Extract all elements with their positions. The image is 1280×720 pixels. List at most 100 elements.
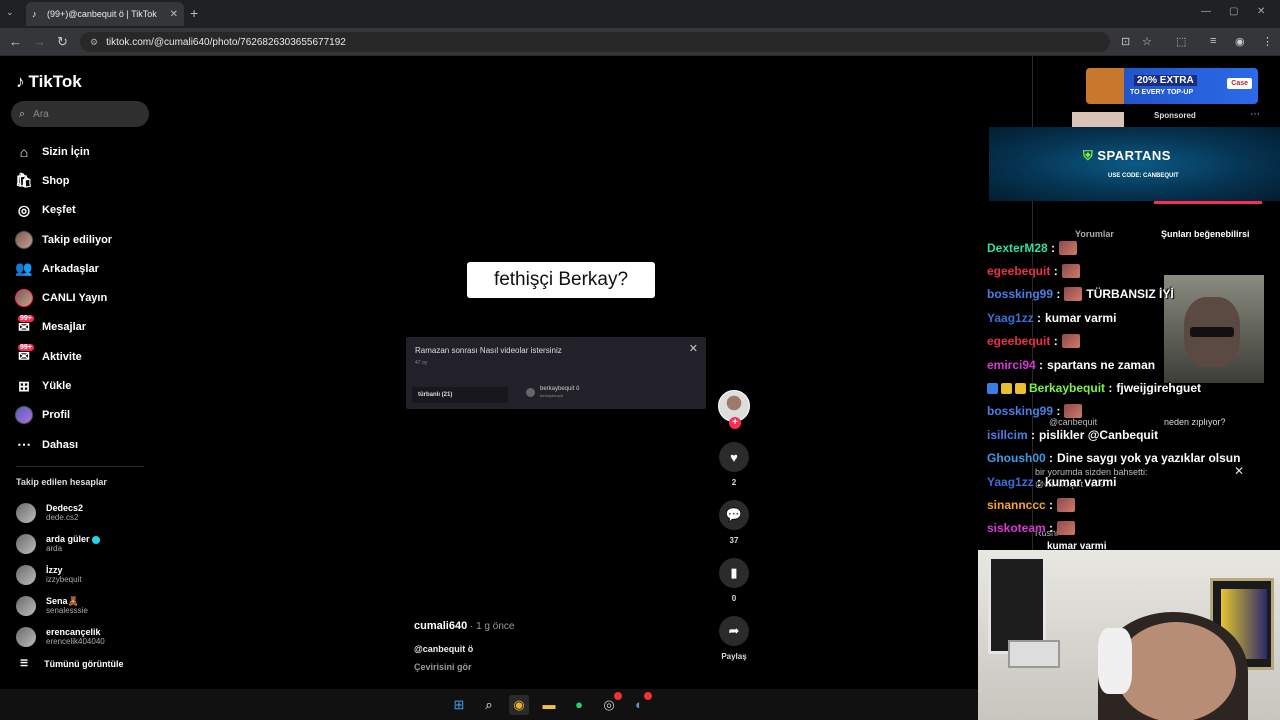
sidebar-item-label: Yükle bbox=[42, 380, 72, 393]
comment-icon[interactable]: 💬 bbox=[719, 500, 749, 530]
chat-text: Dine saygı yok ya yazıklar olsun bbox=[1057, 451, 1241, 466]
new-tab-icon[interactable]: + bbox=[190, 5, 198, 21]
tiktok-logo[interactable]: ♪ TikTok bbox=[16, 72, 82, 92]
chat-text: fjweijgirehguet bbox=[1116, 381, 1202, 396]
windows-start-icon[interactable]: ⊞ bbox=[449, 695, 469, 715]
list-item[interactable]: Dedecs2 dede.cs2 bbox=[16, 497, 156, 528]
address-bar[interactable]: ⚙ tiktok.com/@cumali640/photo/7626826303… bbox=[80, 32, 1110, 52]
file-explorer-icon[interactable]: ▬ bbox=[539, 695, 559, 715]
list-item[interactable]: İzzy izzybequit bbox=[16, 559, 156, 590]
post-username[interactable]: cumali640 bbox=[414, 620, 467, 632]
tab-list-icon[interactable]: ⌄ bbox=[6, 7, 14, 18]
sidebar-item-upload[interactable]: ⊞ Yükle bbox=[15, 371, 155, 400]
more-options-icon[interactable]: ⋯ bbox=[1250, 109, 1260, 120]
site-info-icon[interactable]: ⚙ bbox=[90, 37, 98, 48]
spotify-icon[interactable]: ● bbox=[569, 695, 589, 715]
search-icon: ⌕ bbox=[19, 107, 26, 120]
chat-text: kumar varmi bbox=[1045, 310, 1117, 325]
ad-headline: 20% EXTRA bbox=[1134, 75, 1197, 86]
chat-text: kumar varmi bbox=[1045, 474, 1117, 489]
save-action[interactable]: ▮ 0 bbox=[718, 558, 750, 603]
chat-user: bossking99 bbox=[987, 404, 1054, 419]
sidebar-item-friends[interactable]: 👥 Arkadaşlar bbox=[15, 254, 155, 283]
sidebar-item-more[interactable]: ⋯ Dahası bbox=[15, 430, 155, 459]
back-icon[interactable]: ← bbox=[9, 34, 22, 49]
share-action[interactable]: ➦ Paylaş bbox=[718, 616, 750, 661]
sidebar-item-label: Sizin İçin bbox=[42, 145, 90, 158]
list-item[interactable]: erencançelik erencelik404040 bbox=[16, 621, 156, 652]
chat-user: Yaag1zz bbox=[987, 310, 1034, 325]
install-app-icon[interactable]: ⊡ bbox=[1121, 35, 1130, 48]
like-action[interactable]: ♥ 2 bbox=[718, 442, 750, 487]
sidebar-item-label: Takip ediliyor bbox=[42, 233, 113, 246]
poll-author-handle: berkaybequit bbox=[540, 393, 563, 398]
sidebar-item-for-you[interactable]: ⌂ Sizin İçin bbox=[15, 137, 155, 166]
menu-kebab-icon[interactable]: ⋮ bbox=[1262, 35, 1273, 48]
share-icon[interactable]: ➦ bbox=[719, 616, 749, 646]
comment-action[interactable]: 💬 37 bbox=[718, 500, 750, 545]
translate-link[interactable]: Çevirisini gör bbox=[414, 662, 514, 672]
chat-user: Berkaybequit bbox=[1029, 381, 1106, 396]
close-tab-icon[interactable]: ✕ bbox=[170, 9, 178, 20]
browser-tabbar: ⌄ ♪ (99+)@canbequit ö | TikTok ✕ + — ▢ ✕ bbox=[0, 0, 1280, 28]
minimize-icon[interactable]: — bbox=[1201, 6, 1211, 17]
follow-plus-icon[interactable]: + bbox=[729, 417, 741, 429]
streamer-head bbox=[1116, 622, 1236, 720]
activity-badge: 99+ bbox=[18, 344, 34, 352]
sidebar-item-profile[interactable]: Profil bbox=[15, 401, 155, 430]
save-count: 0 bbox=[731, 594, 737, 603]
profile-icon[interactable]: ◉ bbox=[1235, 35, 1245, 48]
account-handle: senalesssie bbox=[46, 606, 88, 615]
poll-option[interactable]: türbanlı (21) bbox=[412, 387, 508, 403]
search-icon[interactable]: ⌕ bbox=[479, 695, 499, 715]
list-item[interactable]: arda güler arda bbox=[16, 528, 156, 559]
sponsored-label: Sponsored bbox=[1154, 111, 1196, 120]
profile-avatar bbox=[15, 406, 33, 425]
chat-user: DexterM28 bbox=[987, 240, 1048, 255]
see-all-button[interactable]: ☰ Tümünü görüntüle bbox=[20, 658, 124, 669]
list-item[interactable]: Sena🧸 senalesssie bbox=[16, 590, 156, 621]
account-name: İzzy bbox=[46, 565, 63, 575]
sidebar-item-following[interactable]: Takip ediliyor bbox=[15, 225, 155, 254]
obs-icon[interactable]: ◎ bbox=[599, 691, 622, 715]
tiktok-favicon-icon: ♪ bbox=[32, 9, 37, 19]
ad-product-image bbox=[1086, 68, 1124, 104]
chrome-icon[interactable]: ◉ bbox=[509, 694, 529, 715]
tiktok-note-icon: ♪ bbox=[16, 72, 25, 91]
reading-list-icon[interactable]: ≡ bbox=[1210, 35, 1216, 47]
forward-icon[interactable]: → bbox=[33, 34, 46, 49]
stream-chat: DexterM28 : egeebequit : bossking99 : TÜR… bbox=[987, 236, 1277, 540]
creator-avatar[interactable]: + bbox=[718, 390, 750, 429]
sidebar-item-activity[interactable]: ✉ 99+ Aktivite bbox=[15, 342, 155, 371]
spartans-code: USE CODE: CANBEQUIT bbox=[1108, 173, 1179, 179]
chat-message: DexterM28 : bbox=[987, 236, 1277, 259]
notification-dot bbox=[614, 691, 622, 700]
extensions-icon[interactable]: ⬚ bbox=[1176, 35, 1186, 48]
ad-subline: TO EVERY TOP-UP bbox=[1130, 89, 1194, 96]
avatar bbox=[16, 502, 36, 523]
bookmark-star-icon[interactable]: ☆ bbox=[1142, 35, 1152, 48]
sidebar-item-explore[interactable]: ◎ Keşfet bbox=[15, 196, 155, 225]
search-input[interactable]: ⌕ Ara bbox=[11, 101, 149, 127]
post-description[interactable]: @canbequit ö bbox=[414, 644, 514, 654]
chat-user: bossking99 bbox=[987, 287, 1054, 302]
ad-banner[interactable]: 20% EXTRA TO EVERY TOP-UP Case bbox=[1086, 68, 1258, 104]
discord-icon[interactable]: ◐ bbox=[629, 691, 652, 715]
close-icon[interactable]: ✕ bbox=[689, 342, 698, 355]
maximize-icon[interactable]: ▢ bbox=[1229, 6, 1238, 17]
bookmark-icon[interactable]: ▮ bbox=[719, 558, 749, 588]
reload-icon[interactable]: ↻ bbox=[57, 34, 68, 50]
sidebar-item-label: Profil bbox=[42, 409, 71, 422]
sidebar-item-shop[interactable]: 🛍 Shop bbox=[15, 166, 155, 195]
emote-icon bbox=[1057, 521, 1076, 536]
browser-tab[interactable]: ♪ (99+)@canbequit ö | TikTok ✕ bbox=[26, 2, 184, 26]
spartans-logo: ⛨ SPARTANS bbox=[1083, 148, 1171, 164]
avatar bbox=[16, 564, 36, 585]
close-window-icon[interactable]: ✕ bbox=[1257, 6, 1265, 17]
sidebar-item-live[interactable]: CANLI Yayın bbox=[15, 283, 155, 312]
poll-card: Ramazan sonrası Nasıl videolar istersini… bbox=[406, 337, 706, 409]
heart-icon[interactable]: ♥ bbox=[719, 442, 749, 472]
tab-title: (99+)@canbequit ö | TikTok bbox=[47, 9, 157, 19]
chat-text: spartans ne zaman bbox=[1047, 357, 1156, 372]
sidebar-item-messages[interactable]: ✉ 99+ Mesajlar bbox=[15, 313, 155, 342]
